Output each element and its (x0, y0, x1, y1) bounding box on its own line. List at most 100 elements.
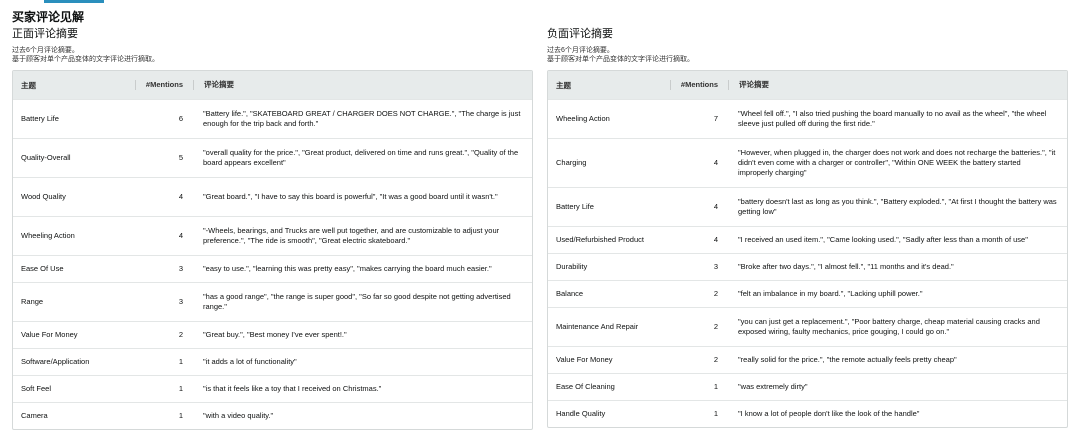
row-topic: Battery Life (556, 202, 594, 211)
row-mentions: 3 (178, 297, 183, 306)
column-header-mentions[interactable]: #Mentions (135, 80, 193, 90)
row-mentions: 3 (713, 262, 718, 271)
row-mentions: 2 (178, 330, 183, 339)
row-summary: "Great board.", "I have to say this boar… (203, 192, 498, 201)
negative-panel-title: 负面评论摘要 (547, 28, 613, 40)
page-title: 买家评论见解 (12, 10, 85, 24)
row-summary: "really solid for the price.", "the remo… (738, 355, 957, 364)
row-mentions: 1 (713, 382, 718, 391)
row-summary: "you can just get a replacement.", "Poor… (738, 317, 1040, 336)
row-topic: Value For Money (21, 330, 78, 339)
row-mentions: 2 (713, 289, 718, 298)
table-row: Battery Life 6 "Battery life.", "SKATEBO… (13, 99, 532, 138)
row-summary: "Battery life.", "SKATEBOARD GREAT / CHA… (203, 109, 521, 128)
positive-panel-subtitle-basis: 基于顾客对单个产品变体的文字评论进行摘取。 (12, 56, 159, 63)
row-summary: "was extremely dirty" (738, 382, 808, 391)
row-mentions: 7 (713, 114, 718, 123)
row-topic: Wood Quality (21, 192, 66, 201)
row-mentions: 1 (178, 357, 183, 366)
row-topic: Camera (21, 411, 48, 420)
table-header: 主题 #Mentions 评论摘要 (13, 71, 532, 99)
row-topic: Wheeling Action (556, 114, 610, 123)
row-summary: "felt an imbalance in my board.", "Lacki… (738, 289, 923, 298)
row-summary: "easy to use.", "learning this was prett… (203, 264, 492, 273)
negative-review-table: 主题 #Mentions 评论摘要 Wheeling Action 7 "Whe… (547, 70, 1068, 428)
row-summary: "battery doesn't last as long as you thi… (738, 197, 1057, 216)
row-topic: Used/Refurbished Product (556, 235, 644, 244)
row-mentions: 4 (178, 192, 183, 201)
table-row: Soft Feel 1 "is that it feels like a toy… (13, 375, 532, 402)
table-row: Wheeling Action 7 "Wheel fell off.", "I … (548, 99, 1067, 138)
row-summary: "-Wheels, bearings, and Trucks are well … (203, 226, 500, 245)
row-topic: Wheeling Action (21, 231, 75, 240)
row-mentions: 5 (178, 153, 183, 162)
row-topic: Soft Feel (21, 384, 52, 393)
row-topic: Handle Quality (556, 409, 606, 418)
row-topic: Quality-Overall (21, 153, 71, 162)
row-summary: "with a video quality." (203, 411, 274, 420)
row-summary: "Wheel fell off.", "I also tried pushing… (738, 109, 1047, 128)
table-header: 主题 #Mentions 评论摘要 (548, 71, 1067, 99)
row-topic: Maintenance And Repair (556, 322, 639, 331)
row-mentions: 4 (178, 231, 183, 240)
row-summary: "is that it feels like a toy that I rece… (203, 384, 382, 393)
row-mentions: 4 (713, 202, 718, 211)
row-mentions: 3 (178, 264, 183, 273)
positive-review-panel: 正面评论摘要 过去6个月评论摘要。 基于顾客对单个产品变体的文字评论进行摘取。 … (12, 28, 533, 430)
column-header-summary[interactable]: 评论摘要 (728, 80, 1067, 90)
column-header-mentions[interactable]: #Mentions (670, 80, 728, 90)
row-summary: "has a good range", "the range is super … (203, 292, 511, 311)
row-summary: "Great buy.", "Best money I've ever spen… (203, 330, 347, 339)
row-topic: Ease Of Cleaning (556, 382, 615, 391)
row-topic: Software/Application (21, 357, 90, 366)
table-row: Maintenance And Repair 2 "you can just g… (548, 307, 1067, 346)
row-mentions: 1 (713, 409, 718, 418)
active-tab-indicator (44, 0, 104, 3)
table-row: Value For Money 2 "really solid for the … (548, 346, 1067, 373)
row-summary: "I received an used item.", "Came lookin… (738, 235, 1028, 244)
negative-panel-subtitle-basis: 基于顾客对单个产品变体的文字评论进行摘取。 (547, 56, 694, 63)
row-summary: "Broke after two days.", "I almost fell.… (738, 262, 954, 271)
row-mentions: 1 (178, 411, 183, 420)
row-mentions: 2 (713, 322, 718, 331)
column-header-summary[interactable]: 评论摘要 (193, 80, 532, 90)
table-row: Balance 2 "felt an imbalance in my board… (548, 280, 1067, 307)
table-row: Battery Life 4 "battery doesn't last as … (548, 187, 1067, 226)
table-row: Wood Quality 4 "Great board.", "I have t… (13, 177, 532, 216)
row-topic: Range (21, 297, 44, 306)
table-row: Value For Money 2 "Great buy.", "Best mo… (13, 321, 532, 348)
row-topic: Value For Money (556, 355, 613, 364)
table-row: Used/Refurbished Product 4 "I received a… (548, 226, 1067, 253)
column-header-topic[interactable]: 主题 (13, 80, 135, 91)
row-topic: Durability (556, 262, 588, 271)
table-row: Wheeling Action 4 "-Wheels, bearings, an… (13, 216, 532, 255)
row-summary: "However, when plugged in, the charger d… (738, 148, 1056, 177)
positive-review-table: 主题 #Mentions 评论摘要 Battery Life 6 "Batter… (12, 70, 533, 430)
table-row: Camera 1 "with a video quality." (13, 402, 532, 429)
row-mentions: 2 (713, 355, 718, 364)
table-row: Ease Of Cleaning 1 "was extremely dirty" (548, 373, 1067, 400)
positive-panel-subtitle-period: 过去6个月评论摘要。 (12, 47, 79, 54)
column-header-topic[interactable]: 主题 (548, 80, 670, 91)
row-mentions: 1 (178, 384, 183, 393)
table-row: Software/Application 1 "it adds a lot of… (13, 348, 532, 375)
table-row: Range 3 "has a good range", "the range i… (13, 282, 532, 321)
row-topic: Balance (556, 289, 584, 298)
negative-review-panel: 负面评论摘要 过去6个月评论摘要。 基于顾客对单个产品变体的文字评论进行摘取。 … (547, 28, 1068, 428)
row-mentions: 4 (713, 158, 718, 167)
table-row: Quality-Overall 5 "overall quality for t… (13, 138, 532, 177)
row-summary: "I know a lot of people don't like the l… (738, 409, 920, 418)
row-topic: Charging (556, 158, 587, 167)
row-topic: Ease Of Use (21, 264, 64, 273)
table-row: Handle Quality 1 "I know a lot of people… (548, 400, 1067, 427)
row-topic: Battery Life (21, 114, 59, 123)
table-row: Charging 4 "However, when plugged in, th… (548, 138, 1067, 187)
table-row: Durability 3 "Broke after two days.", "I… (548, 253, 1067, 280)
row-mentions: 6 (178, 114, 183, 123)
positive-panel-title: 正面评论摘要 (12, 28, 78, 40)
table-row: Ease Of Use 3 "easy to use.", "learning … (13, 255, 532, 282)
row-mentions: 4 (713, 235, 718, 244)
row-summary: "overall quality for the price.", "Great… (203, 148, 519, 167)
negative-panel-subtitle-period: 过去6个月评论摘要。 (547, 47, 614, 54)
row-summary: "it adds a lot of functionality" (203, 357, 297, 366)
